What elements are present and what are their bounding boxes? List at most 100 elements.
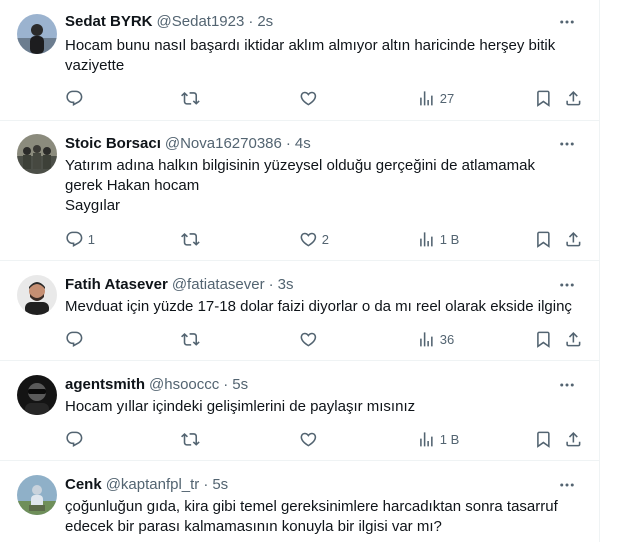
like-button[interactable] — [299, 88, 322, 108]
retweet-arrows-icon — [181, 91, 200, 105]
share-upload-icon — [566, 431, 581, 447]
views-button[interactable]: 1 B — [417, 229, 459, 249]
tweet-actions: 27 — [65, 88, 585, 108]
tweet-text-line: gerek Hakan hocam — [65, 177, 200, 194]
bar-chart-icon — [420, 431, 433, 447]
views-button[interactable]: 36 — [417, 329, 454, 349]
share-button[interactable] — [564, 229, 583, 249]
display-name[interactable]: Sedat BYRK — [65, 12, 153, 32]
tweet[interactable]: agentsmith @hsooccc · 5s Hocam yıllar iç… — [0, 361, 599, 461]
timestamp[interactable]: 5s — [212, 475, 228, 495]
tweet[interactable]: Fatih Atasever @fatiatasever · 3s Mevdua… — [0, 261, 599, 361]
bookmark-button[interactable] — [534, 329, 553, 349]
bar-chart-icon — [420, 90, 433, 106]
user-handle[interactable]: @kaptanfpl_tr — [106, 475, 200, 495]
more-horizontal-icon[interactable] — [557, 475, 577, 495]
tweet[interactable]: Cenk @kaptanfpl_tr · 5s çoğunluğun gıda,… — [0, 461, 599, 542]
tweet-header: agentsmith @hsooccc · 5s — [65, 375, 585, 395]
reply-bubble-icon — [66, 231, 83, 247]
separator-dot: · — [285, 135, 291, 152]
reply-bubble-icon — [66, 90, 83, 106]
bookmark-button[interactable] — [534, 88, 553, 108]
tweet-text-line: edecek bir parası kalmamasının konuyla b… — [65, 518, 442, 535]
share-button[interactable] — [564, 429, 583, 449]
more-horizontal-icon[interactable] — [557, 375, 577, 395]
avatar[interactable] — [17, 134, 57, 174]
views-button[interactable]: 27 — [417, 88, 454, 108]
tweet[interactable]: Sedat BYRK @Sedat1923 · 2s Hocam bunu na… — [0, 0, 599, 121]
display-name[interactable]: Cenk — [65, 475, 102, 495]
heart-icon — [300, 332, 317, 347]
like-button[interactable]: 2 — [299, 229, 329, 249]
display-name[interactable]: Stoic Borsacı — [65, 134, 161, 154]
bookmark-icon — [537, 90, 550, 107]
display-name[interactable]: agentsmith — [65, 375, 145, 395]
more-horizontal-icon[interactable] — [557, 275, 577, 295]
timestamp[interactable]: 5s — [232, 375, 248, 395]
user-handle[interactable]: @Sedat1923 — [157, 12, 245, 32]
like-count: 2 — [321, 231, 329, 247]
bookmark-button[interactable] — [534, 429, 553, 449]
reply-button[interactable] — [65, 429, 88, 449]
bookmark-button[interactable] — [534, 229, 553, 249]
like-button[interactable] — [299, 429, 322, 449]
timestamp[interactable]: 2s — [257, 12, 273, 32]
separator-dot: · — [268, 276, 274, 293]
reply-button[interactable] — [65, 88, 88, 108]
tweet-header: Fatih Atasever @fatiatasever · 3s — [65, 275, 585, 295]
bookmark-icon — [537, 331, 550, 348]
tweet-header: Sedat BYRK @Sedat1923 · 2s — [65, 12, 585, 32]
avatar[interactable] — [17, 14, 57, 54]
more-horizontal-icon[interactable] — [557, 134, 577, 154]
avatar[interactable] — [17, 275, 57, 315]
tweet-text: çoğunluğun gıda, kira gibi temel gereksi… — [65, 497, 585, 537]
tweet[interactable]: Stoic Borsacı @Nova16270386 · 4s Yatırım… — [0, 121, 599, 261]
tweet-text-line: vaziyette — [65, 57, 125, 74]
bar-chart-icon — [420, 231, 433, 247]
user-handle[interactable]: @Nova16270386 — [165, 134, 282, 154]
heart-icon — [300, 432, 317, 447]
tweet-text-line: Yatırım adına halkın bilgisinin yüzeysel… — [65, 157, 535, 174]
tweet-actions: 1 2 1 B — [65, 229, 585, 249]
reply-button[interactable] — [65, 329, 88, 349]
user-handle[interactable]: @hsooccc — [149, 375, 219, 395]
reply-button[interactable]: 1 — [65, 229, 95, 249]
timestamp[interactable]: 4s — [295, 134, 311, 154]
tweet-text: Hocam bunu nasıl başardı iktidar aklım a… — [65, 36, 585, 76]
share-button[interactable] — [564, 88, 583, 108]
tweet-header: Cenk @kaptanfpl_tr · 5s — [65, 475, 585, 495]
separator-dot: · — [223, 376, 229, 393]
bookmark-icon — [537, 231, 550, 248]
share-upload-icon — [566, 90, 581, 106]
retweet-button[interactable] — [181, 88, 204, 108]
like-button[interactable] — [299, 329, 322, 349]
share-button[interactable] — [564, 329, 583, 349]
display-name[interactable]: Fatih Atasever — [65, 275, 168, 295]
user-handle[interactable]: @fatiatasever — [172, 275, 265, 295]
avatar[interactable] — [17, 375, 57, 415]
timestamp[interactable]: 3s — [278, 275, 294, 295]
heart-icon — [300, 232, 317, 247]
view-count: 27 — [439, 90, 455, 106]
view-count: 1 B — [439, 231, 460, 247]
tweet-text: Yatırım adına halkın bilgisinin yüzeysel… — [65, 156, 585, 216]
tweet-text: Mevduat için yüzde 17-18 dolar faizi diy… — [65, 297, 585, 317]
separator-dot: · — [203, 476, 209, 493]
tweet-actions: 1 B — [65, 429, 585, 449]
more-horizontal-icon[interactable] — [557, 12, 577, 32]
reply-count: 1 — [87, 231, 95, 247]
retweet-button[interactable] — [181, 329, 204, 349]
tweet-text-line: Saygılar — [65, 197, 121, 214]
tweet-reply-feed: Sedat BYRK @Sedat1923 · 2s Hocam bunu na… — [0, 0, 600, 542]
tweet-actions: 36 — [65, 329, 585, 349]
retweet-button[interactable] — [181, 429, 204, 449]
reply-bubble-icon — [66, 331, 83, 347]
avatar[interactable] — [17, 475, 57, 515]
separator-dot: · — [248, 13, 254, 30]
heart-icon — [300, 91, 317, 106]
tweet-text-line: Hocam yıllar içindeki gelişimlerini de p… — [65, 398, 416, 415]
views-button[interactable]: 1 B — [417, 429, 459, 449]
retweet-button[interactable] — [181, 229, 204, 249]
bookmark-icon — [537, 431, 550, 448]
share-upload-icon — [566, 231, 581, 247]
